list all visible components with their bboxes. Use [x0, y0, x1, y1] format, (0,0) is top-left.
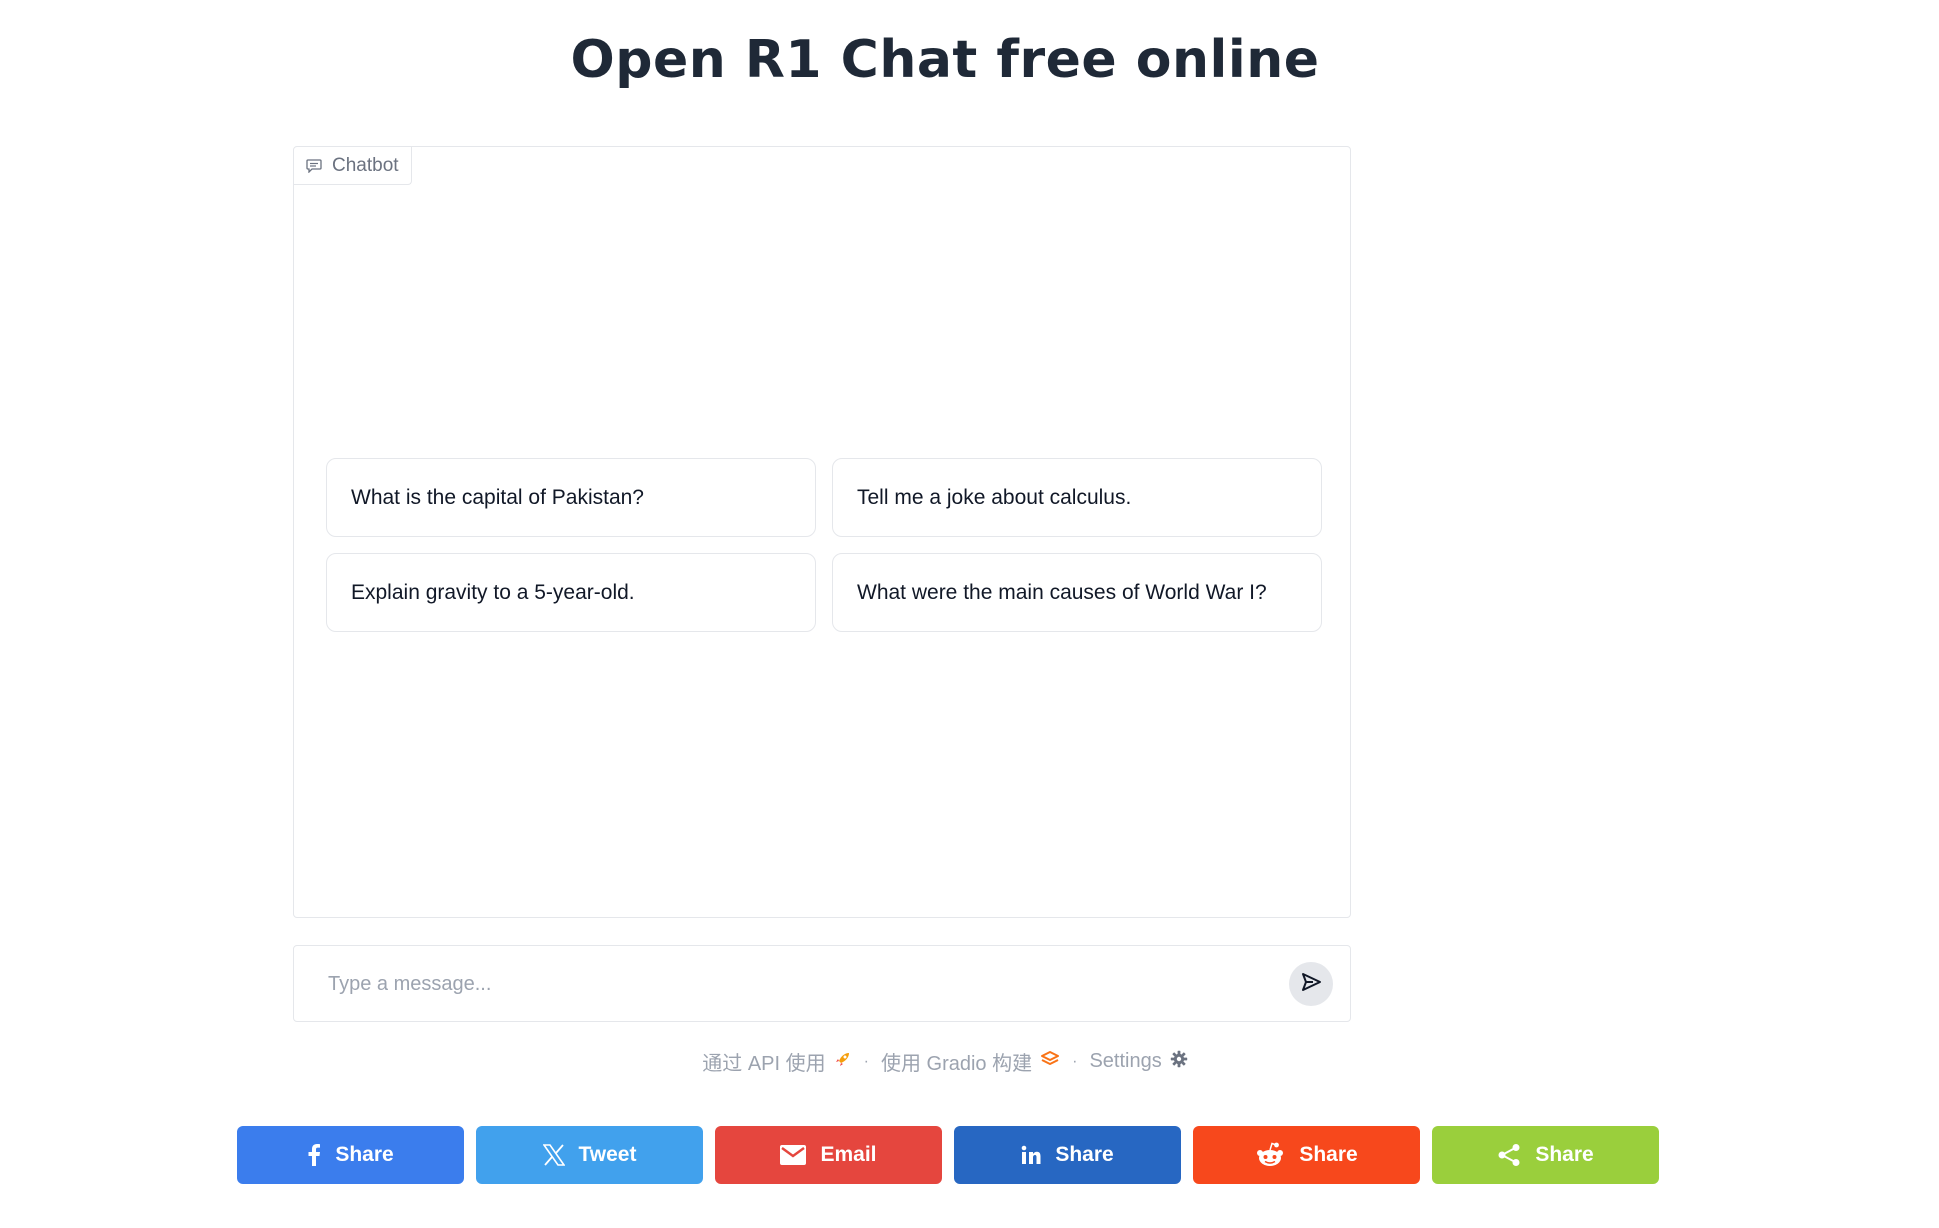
share-button-label: Share	[1535, 1143, 1594, 1166]
share-button-label: Tweet	[578, 1143, 637, 1166]
reddit-icon	[1255, 1142, 1285, 1168]
api-link[interactable]: 通过 API 使用	[702, 1047, 851, 1076]
example-prompt[interactable]: What is the capital of Pakistan?	[326, 458, 816, 537]
facebook-share-button[interactable]: Share	[237, 1126, 464, 1184]
share-button-label: Share	[335, 1143, 394, 1166]
chat-bubble-icon	[306, 158, 322, 173]
share-button-label: Email	[820, 1143, 877, 1166]
share-buttons: Share Tweet Email Share Share Share	[237, 1126, 1659, 1184]
linkedin-share-button[interactable]: Share	[954, 1126, 1181, 1184]
chatbot-panel: Chatbot What is the capital of Pakistan?…	[293, 146, 1351, 918]
send-button[interactable]	[1289, 962, 1333, 1006]
gradio-link[interactable]: 使用 Gradio 构建	[881, 1047, 1060, 1076]
footer-separator: ·	[863, 1052, 869, 1070]
share-button-label: Share	[1299, 1143, 1358, 1166]
gradio-link-text: 使用 Gradio 构建	[880, 1053, 1033, 1075]
facebook-icon	[307, 1144, 321, 1166]
chatbot-label: Chatbot	[294, 147, 412, 185]
page-title: Open R1 Chat free online	[570, 30, 1320, 90]
share-icon	[1497, 1143, 1521, 1167]
reddit-share-button[interactable]: Share	[1193, 1126, 1420, 1184]
example-prompt[interactable]: Tell me a joke about calculus.	[832, 458, 1322, 537]
email-share-button[interactable]: Email	[715, 1126, 942, 1184]
api-link-text: 通过 API 使用	[702, 1053, 826, 1075]
share-button-label: Share	[1055, 1143, 1114, 1166]
example-prompts: What is the capital of Pakistan? Tell me…	[326, 458, 1322, 632]
footer: 通过 API 使用 · 使用 Gradio 构建 · Settings	[0, 1047, 1890, 1076]
generic-share-button[interactable]: Share	[1432, 1126, 1659, 1184]
x-icon	[542, 1144, 565, 1166]
send-icon	[1300, 971, 1322, 998]
page: Open R1 Chat free online Chatbot What is…	[0, 0, 1939, 1228]
settings-link[interactable]: Settings	[1089, 1050, 1187, 1074]
linkedin-icon	[1021, 1145, 1041, 1165]
email-icon	[780, 1145, 807, 1165]
gear-icon	[1170, 1050, 1188, 1074]
rocket-icon	[834, 1050, 852, 1074]
example-prompt[interactable]: Explain gravity to a 5-year-old.	[326, 553, 816, 632]
twitter-share-button[interactable]: Tweet	[476, 1126, 703, 1184]
settings-link-text: Settings	[1089, 1050, 1162, 1072]
chatbot-label-text: Chatbot	[332, 154, 399, 176]
message-input-box	[293, 945, 1351, 1023]
footer-separator: ·	[1072, 1052, 1078, 1070]
example-prompt[interactable]: What were the main causes of World War I…	[832, 553, 1322, 632]
gradio-logo-icon	[1040, 1050, 1060, 1074]
message-input[interactable]	[326, 946, 1250, 1023]
